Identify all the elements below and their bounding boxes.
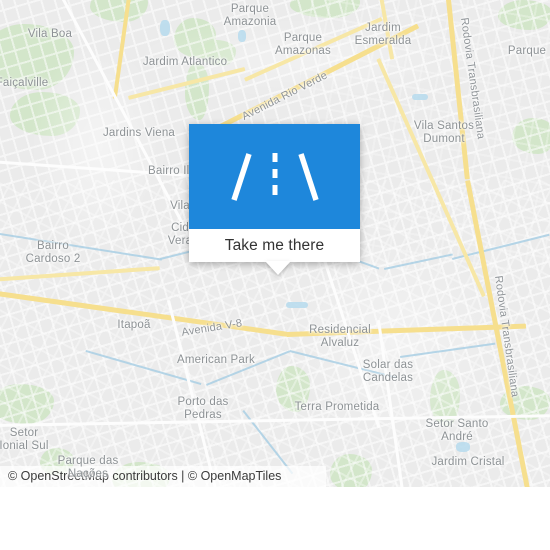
map-place-label: Porto das Pedras [177,396,229,421]
water-body [160,20,170,36]
map-attribution: © OpenStreetMap contributors | © OpenMap… [0,466,326,487]
map-place-label: Jardins Viena [102,127,176,139]
water-body [412,94,428,100]
card-pointer-tail [265,261,291,275]
map-place-label: Itapoã [117,319,151,331]
map-place-label: Solar das Candelas [362,359,414,384]
map-place-label: Jardim Cristal [431,456,505,468]
map-place-label: Residencial Alvaluz [309,324,371,349]
map-screenshot: © OpenStreetMap contributors | © OpenMap… [0,0,550,550]
take-me-there-label: Take me there [224,236,325,254]
map-place-label: Parque Amazonia [223,3,277,28]
map-place-label: Setor Ionial Sul [0,427,49,452]
map-place-label: Terra Prometida [294,401,380,413]
take-me-there-button[interactable]: Take me there [189,229,360,262]
road-icon [231,153,319,201]
map-place-label: Parque Amazonas [275,32,331,57]
map-place-label: Vila Santos Dumont [413,120,475,145]
map-place-label: Vila [170,200,190,212]
destination-popup-card[interactable]: Take me there [189,124,360,262]
map-place-label: Faiçalville [0,77,49,89]
map-place-label: Jardim Atlantico [142,56,228,68]
map-place-label: Jardim Esmeralda [354,22,412,47]
map-place-label: Vila Boa [27,28,73,40]
map-place-label: American Park [176,354,256,366]
footer-bar: Avenida Raimundo Correia, Goiania Region… [0,487,550,550]
water-body [238,30,246,42]
card-header [189,124,360,229]
map-place-label: Setor Santo André [425,418,489,443]
map-place-label: Bairro Cardoso 2 [25,240,81,265]
attribution-text: © OpenStreetMap contributors | © OpenMap… [8,469,282,483]
map-place-label: Parque das Nações [57,455,119,480]
map-place-label: Parque [507,45,547,57]
water-body [286,302,308,308]
